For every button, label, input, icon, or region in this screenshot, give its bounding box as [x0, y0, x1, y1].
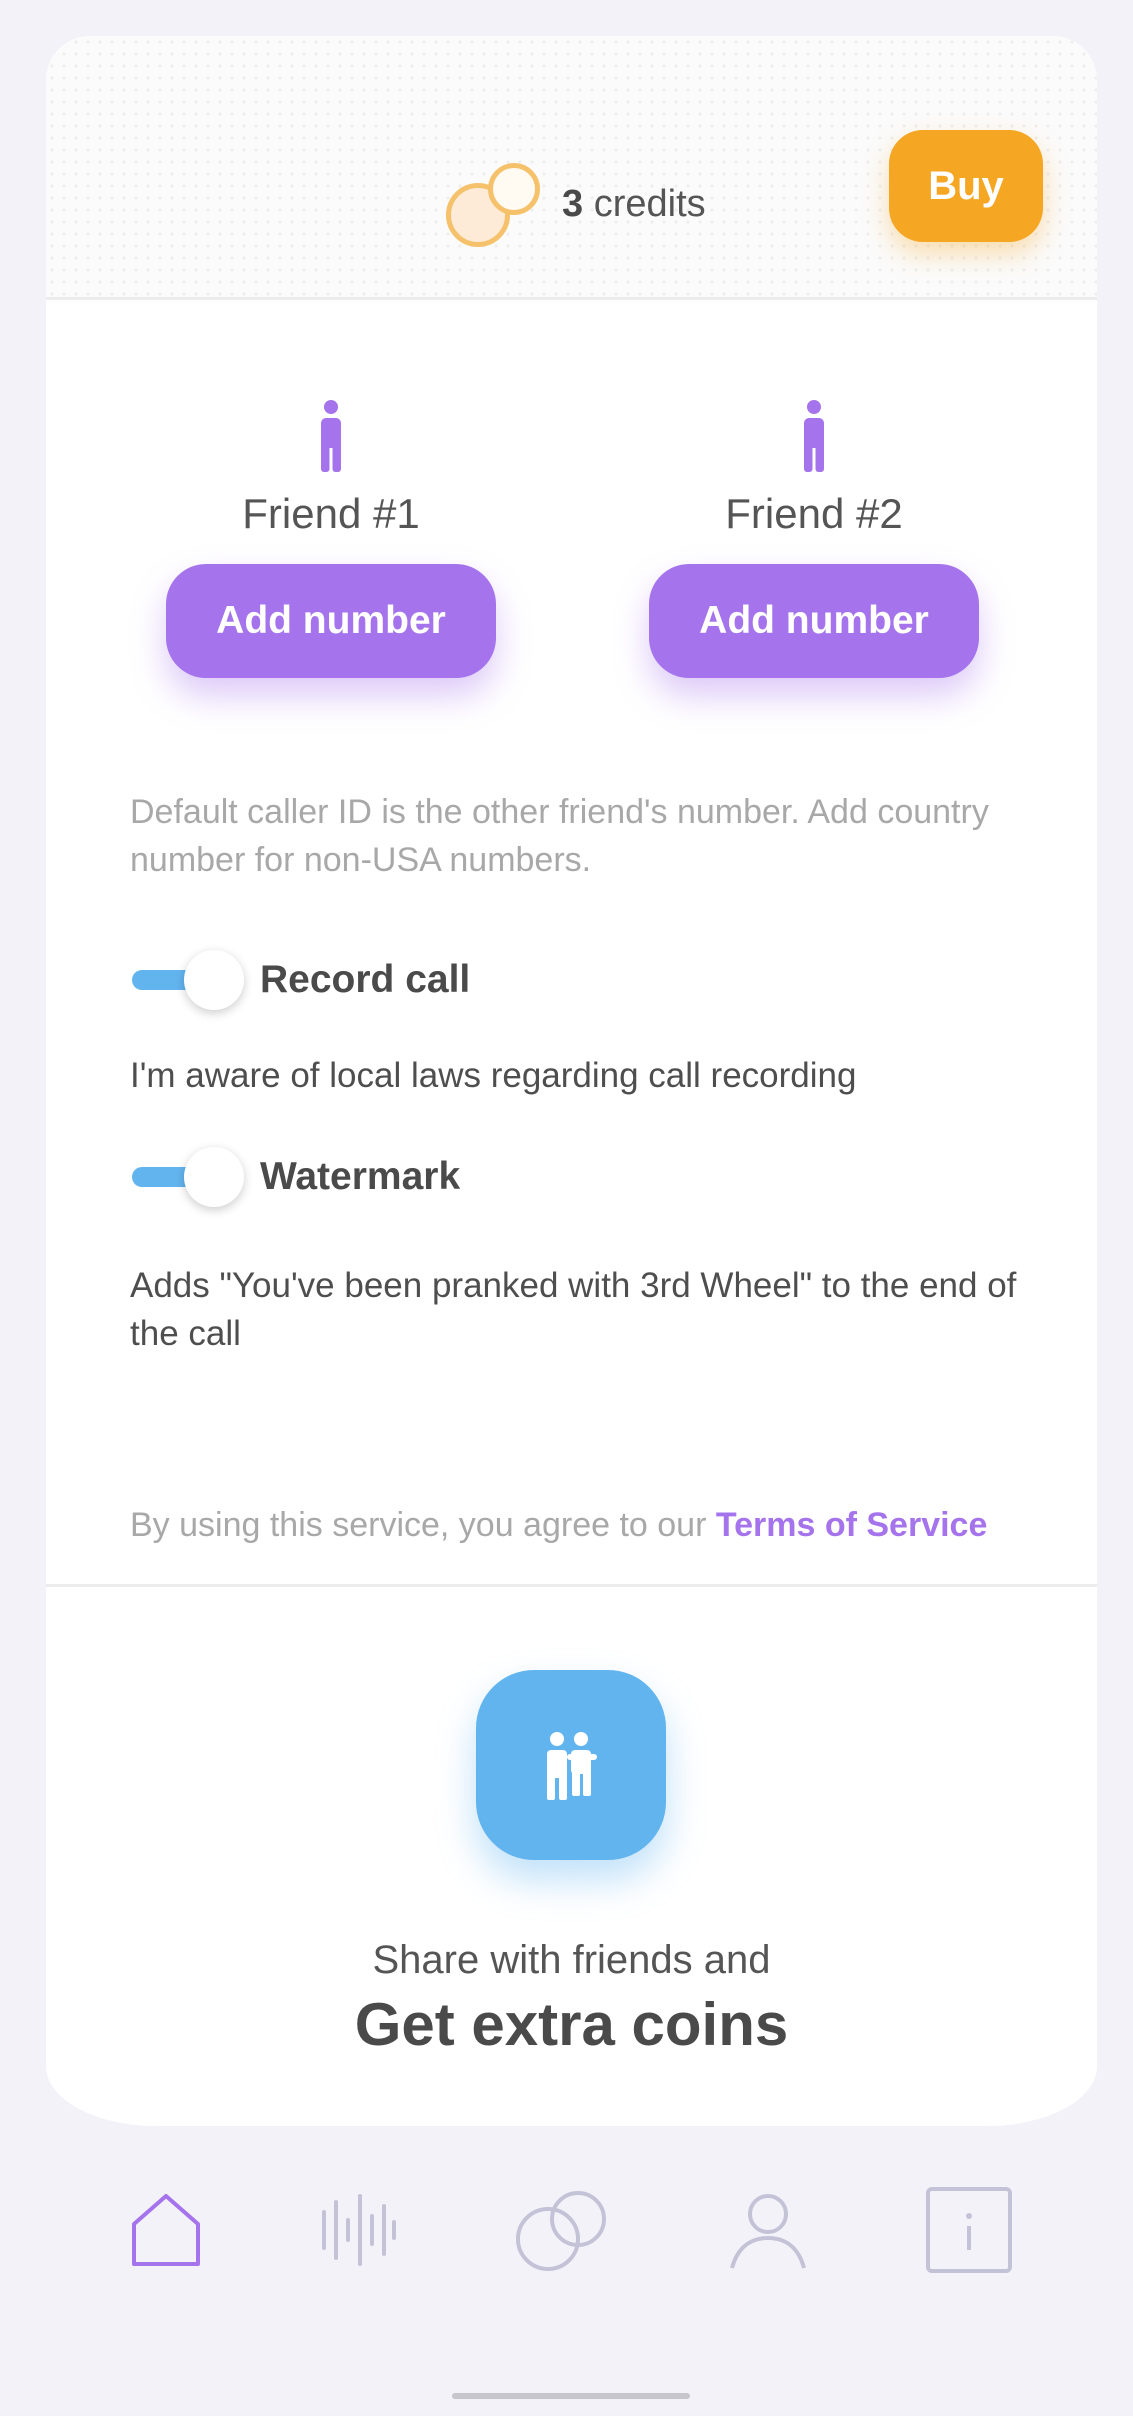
main-card: 3 credits Buy Friend #1 Add number Frien…	[46, 36, 1097, 2126]
nav-home[interactable]	[106, 2170, 226, 2290]
record-call-label: Record call	[260, 958, 471, 1001]
coins-icon	[446, 159, 546, 249]
nav-coins[interactable]	[502, 2170, 622, 2290]
watermark-toggle[interactable]	[130, 1147, 250, 1207]
terms-notice: By using this service, you agree to our …	[130, 1506, 1050, 1545]
share-text: Share with friends and	[372, 1938, 771, 1982]
section-divider	[46, 1584, 1097, 1587]
credits-label: credits	[593, 182, 706, 225]
bottom-nav	[0, 2170, 1133, 2290]
nav-recordings[interactable]	[298, 2170, 418, 2290]
soundwave-icon	[322, 2194, 396, 2266]
friend-2-label: Friend #2	[725, 490, 903, 537]
friend-2: Friend #2 Add number	[649, 400, 979, 678]
terms-prefix: By using this service, you agree to our	[130, 1506, 707, 1544]
nav-info[interactable]	[909, 2170, 1029, 2290]
record-call-description: I'm aware of local laws regarding call r…	[130, 1056, 857, 1095]
caller-id-hint: Default caller ID is the other friend's …	[130, 793, 989, 879]
credits-text: 3 credits	[562, 183, 706, 226]
watermark-label: Watermark	[260, 1155, 461, 1198]
person-icon	[321, 400, 341, 472]
info-icon	[926, 2187, 1012, 2273]
terms-of-service-link[interactable]: Terms of Service	[716, 1506, 988, 1544]
screen: 3 credits Buy Friend #1 Add number Frien…	[0, 0, 1133, 2416]
watermark-row: Watermark	[130, 1147, 460, 1207]
home-icon	[132, 2194, 200, 2266]
friend-1: Friend #1 Add number	[166, 400, 496, 678]
profile-icon	[730, 2194, 806, 2269]
friend-1-add-number-button[interactable]: Add number	[166, 564, 496, 678]
share-button[interactable]	[476, 1670, 666, 1860]
buy-button[interactable]: Buy	[889, 130, 1043, 242]
record-call-toggle[interactable]	[130, 950, 250, 1010]
friend-2-add-number-button[interactable]: Add number	[649, 564, 979, 678]
home-indicator[interactable]	[452, 2393, 690, 2399]
nav-profile[interactable]	[708, 2170, 828, 2290]
credits-display: 3 credits	[446, 144, 706, 264]
family-icon	[547, 1732, 597, 1800]
friend-1-label: Friend #1	[242, 490, 420, 537]
watermark-description: Adds "You've been pranked with 3rd Wheel…	[130, 1266, 1017, 1353]
share-headline: Get extra coins	[354, 1991, 789, 2058]
credits-header: 3 credits Buy	[46, 36, 1097, 300]
person-icon	[804, 400, 824, 472]
coins-icon	[516, 2191, 606, 2271]
credits-count: 3	[562, 182, 584, 225]
record-call-row: Record call	[130, 950, 470, 1010]
